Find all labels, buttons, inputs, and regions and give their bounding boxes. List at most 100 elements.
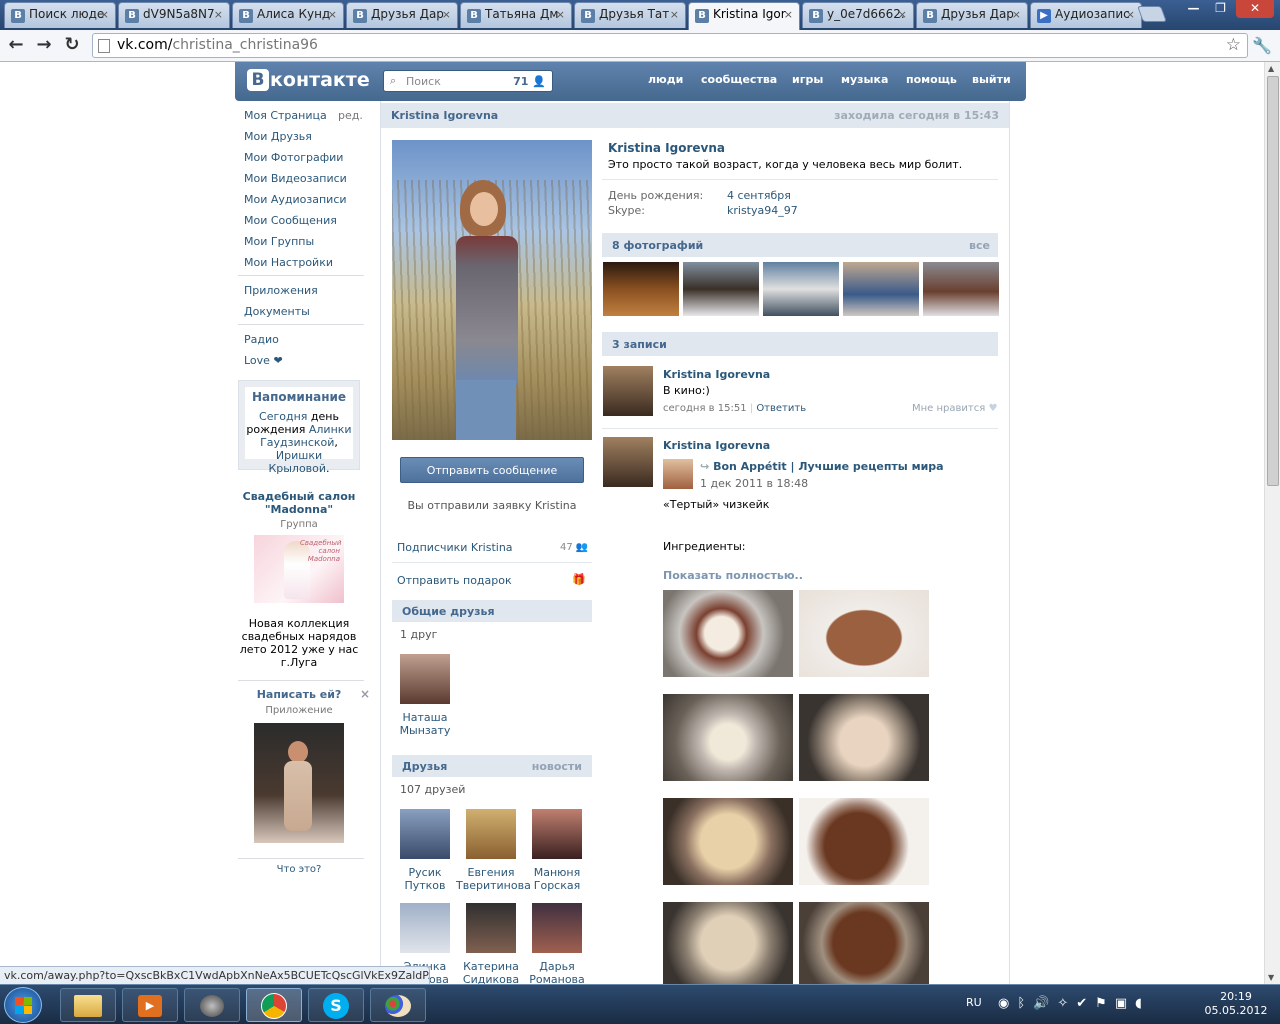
- ad-image[interactable]: Свадебный салон Madonna: [254, 535, 344, 603]
- post-author-avatar[interactable]: [603, 437, 653, 487]
- taskbar-skype[interactable]: S: [308, 988, 364, 1022]
- send-message-button[interactable]: Отправить сообщение: [400, 457, 584, 483]
- browser-tab[interactable]: B Поиск люде ×: [4, 2, 116, 28]
- menu-apps[interactable]: Приложения: [244, 284, 318, 297]
- photo-thumb[interactable]: [683, 262, 759, 316]
- back-icon[interactable]: ←: [4, 34, 28, 56]
- nav-communities[interactable]: сообщества: [701, 73, 777, 86]
- recipe-photo[interactable]: [663, 590, 793, 677]
- app-ad-title[interactable]: Написать ей?: [238, 688, 360, 701]
- vk-logo[interactable]: Вконтакте: [247, 69, 370, 95]
- menu-my-friends[interactable]: Мои Друзья: [244, 130, 312, 143]
- close-icon[interactable]: ×: [442, 8, 451, 21]
- friend-avatar[interactable]: [400, 903, 450, 953]
- tray-app-icon[interactable]: ✧: [1057, 996, 1076, 1011]
- close-icon[interactable]: ×: [898, 8, 907, 21]
- common-friends-header[interactable]: Общие друзья: [392, 600, 592, 622]
- subscribers-link[interactable]: Подписчики Kristina: [397, 541, 513, 554]
- forward-icon[interactable]: →: [32, 34, 56, 56]
- menu-my-audio[interactable]: Мои Аудиозаписи: [244, 193, 347, 206]
- browser-tab-active[interactable]: B Kristina Igor ×: [688, 2, 800, 30]
- menu-love[interactable]: Love ❤: [244, 354, 283, 367]
- menu-my-groups[interactable]: Мои Группы: [244, 235, 314, 248]
- recipe-photo[interactable]: [799, 798, 929, 885]
- taskbar-app[interactable]: [184, 988, 240, 1022]
- photo-thumb[interactable]: [763, 262, 839, 316]
- search-input[interactable]: ⌕ Поиск 71 👤: [383, 70, 553, 92]
- browser-tab[interactable]: B Друзья Дар ×: [346, 2, 458, 28]
- recipe-photo[interactable]: [799, 590, 929, 677]
- page-scrollbar[interactable]: ▲ ▼: [1264, 62, 1280, 984]
- taskbar-media-player[interactable]: ▶: [122, 988, 178, 1022]
- repost-source-avatar[interactable]: [663, 459, 693, 489]
- recipe-photo[interactable]: [799, 902, 929, 984]
- recipe-photo[interactable]: [663, 694, 793, 781]
- close-icon[interactable]: ×: [784, 8, 793, 21]
- friend-avatar[interactable]: [400, 654, 450, 704]
- post-author[interactable]: Kristina Igorevna: [663, 368, 770, 381]
- close-icon[interactable]: ×: [1126, 8, 1135, 21]
- close-icon[interactable]: ×: [670, 8, 679, 21]
- nav-music[interactable]: музыка: [841, 73, 888, 86]
- send-gift-link[interactable]: Отправить подарок: [397, 574, 512, 587]
- gift-icon[interactable]: 🎁: [572, 573, 586, 586]
- bookmark-star-icon[interactable]: ☆: [1226, 35, 1241, 55]
- close-icon[interactable]: ×: [1012, 8, 1021, 21]
- monitor-icon[interactable]: ▣: [1115, 996, 1135, 1011]
- profile-status[interactable]: Это просто такой возраст, когда у челове…: [608, 158, 962, 171]
- menu-my-page[interactable]: Моя Страница: [244, 109, 327, 122]
- close-icon[interactable]: ×: [214, 8, 223, 21]
- friends-header[interactable]: Друзья новости: [392, 755, 592, 777]
- menu-my-photos[interactable]: Мои Фотографии: [244, 151, 343, 164]
- speaker-icon[interactable]: ◖: [1135, 996, 1150, 1011]
- recipe-photo[interactable]: [663, 902, 793, 984]
- photo-thumb[interactable]: [923, 262, 999, 316]
- profile-avatar[interactable]: [392, 140, 592, 440]
- menu-edit-link[interactable]: ред.: [338, 109, 363, 122]
- menu-my-videos[interactable]: Мои Видеозаписи: [244, 172, 347, 185]
- shield-icon[interactable]: ✔: [1076, 996, 1095, 1011]
- photos-all-link[interactable]: все: [969, 239, 990, 252]
- taskbar-explorer[interactable]: [60, 988, 116, 1022]
- browser-tab[interactable]: B Татьяна Дм ×: [460, 2, 572, 28]
- minimize-icon[interactable]: —: [1180, 0, 1207, 18]
- post-author[interactable]: Kristina Igorevna: [663, 439, 770, 452]
- photo-thumb[interactable]: [843, 262, 919, 316]
- browser-tab[interactable]: B Друзья Дар ×: [916, 2, 1028, 28]
- wall-header[interactable]: 3 записи: [602, 332, 998, 356]
- friend-avatar[interactable]: [532, 903, 582, 953]
- taskbar-chrome[interactable]: [246, 988, 302, 1022]
- menu-my-settings[interactable]: Мои Настройки: [244, 256, 333, 269]
- bluetooth-icon[interactable]: ᛒ: [1017, 996, 1033, 1011]
- close-icon[interactable]: ×: [328, 8, 337, 21]
- close-icon[interactable]: ×: [556, 8, 565, 21]
- app-ad-image[interactable]: [254, 723, 344, 843]
- wrench-icon[interactable]: 🔧: [1252, 36, 1272, 55]
- friend-avatar[interactable]: [400, 809, 450, 859]
- friend-avatar[interactable]: [466, 903, 516, 953]
- address-bar[interactable]: vk.com/christina_christina96 ☆: [92, 33, 1248, 58]
- menu-my-messages[interactable]: Мои Сообщения: [244, 214, 337, 227]
- tray-clock[interactable]: 20:19 05.05.2012: [1196, 990, 1276, 1018]
- birthday-value[interactable]: 4 сентября: [727, 189, 791, 202]
- friend-avatar[interactable]: [532, 809, 582, 859]
- reply-link[interactable]: Ответить: [756, 403, 806, 414]
- what-is-this-link[interactable]: Что это?: [238, 864, 360, 875]
- friend-avatar[interactable]: [466, 809, 516, 859]
- menu-radio[interactable]: Радио: [244, 333, 279, 346]
- recipe-photo[interactable]: [663, 798, 793, 885]
- scrollbar-thumb[interactable]: [1267, 76, 1279, 486]
- nav-logout[interactable]: выйти: [972, 73, 1011, 86]
- friend-name[interactable]: Наташа Мынзату: [392, 711, 458, 737]
- browser-tab[interactable]: B Алиса Кунд ×: [232, 2, 344, 28]
- friend-name[interactable]: Дарья Романова: [524, 960, 590, 984]
- repost-source[interactable]: ↪ Bon Appétit | Лучшие рецепты мира: [700, 460, 944, 473]
- close-ad-icon[interactable]: ×: [360, 687, 370, 701]
- taskbar-paint[interactable]: [370, 988, 426, 1022]
- close-icon[interactable]: ×: [100, 8, 109, 21]
- like-button[interactable]: Мне нравится ♥: [912, 403, 997, 414]
- language-indicator[interactable]: RU: [966, 996, 982, 1009]
- browser-tab[interactable]: ▶ Аудиозапис ×: [1030, 2, 1142, 28]
- new-tab-button[interactable]: [1137, 6, 1167, 22]
- nav-people[interactable]: люди: [648, 73, 683, 86]
